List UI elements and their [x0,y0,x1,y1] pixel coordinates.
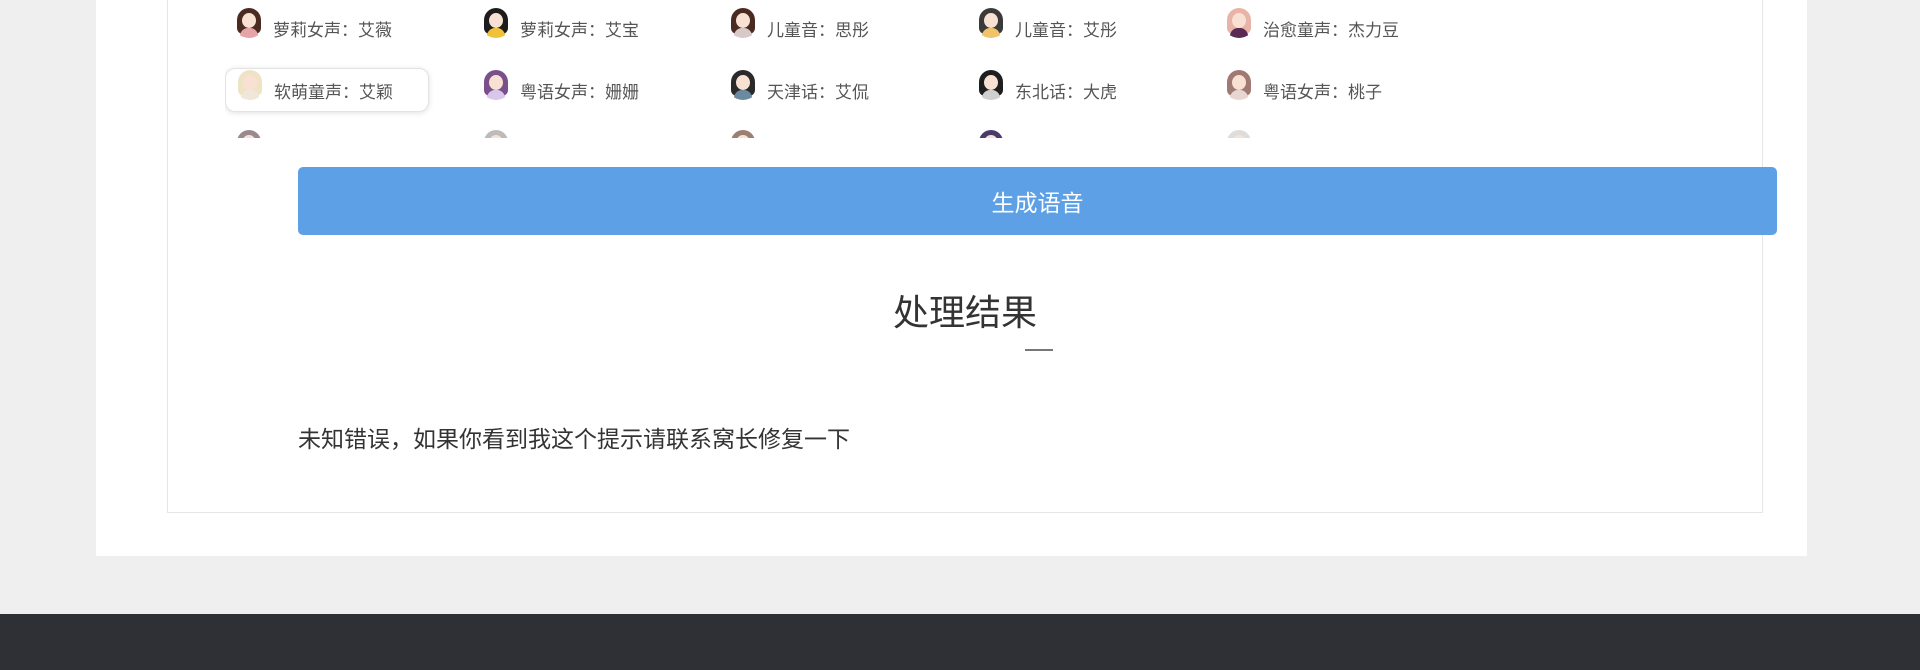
voice-option-label: 粤语女声：姗姗 [520,82,639,103]
avatar-icon [233,128,265,138]
voice-option[interactable]: 儿童音：思彤 [719,6,869,50]
voice-option-label: 萝莉女声：艾薇 [273,20,392,41]
avatar-icon [1223,128,1255,138]
girl-avatar-icon [727,6,759,38]
voice-option-label: 儿童音：思彤 [767,20,869,41]
avatar-icon [975,128,1007,138]
woman-avatar-icon [480,68,512,100]
voice-option[interactable]: 天津话：艾侃 [719,68,869,112]
voice-option[interactable]: 东北话：大虎 [967,68,1117,112]
voice-option[interactable]: 萝莉女声：艾薇 [225,6,392,50]
voice-option-label: 东北话：大虎 [1015,82,1117,103]
man-avatar-icon [727,68,759,100]
voice-option[interactable]: 粤语女声：姗姗 [472,68,639,112]
voice-option[interactable]: 软萌童声：艾颖 [225,68,429,112]
voice-option[interactable]: 儿童音：艾彤 [967,6,1117,50]
voice-option[interactable] [225,128,273,138]
man-avatar-icon [975,68,1007,100]
voice-option[interactable] [1215,128,1263,138]
voice-option[interactable]: 萝莉女声：艾宝 [472,6,639,50]
avatar-icon [480,128,512,138]
result-title: 处理结果 [892,293,1037,334]
voice-option-label: 萝莉女声：艾宝 [520,20,639,41]
footer [0,614,1920,670]
voice-option[interactable]: 治愈童声：杰力豆 [1215,6,1399,50]
voice-option-label: 粤语女声：桃子 [1263,82,1382,103]
girl-avatar-icon [234,68,266,100]
generate-speech-button[interactable]: 生成语音 [298,167,1777,235]
voice-option-label: 儿童音：艾彤 [1015,20,1117,41]
voice-option-label: 天津话：艾侃 [767,82,869,103]
title-divider [1025,349,1053,351]
voice-option-label: 治愈童声：杰力豆 [1263,20,1399,41]
avatar-icon [727,128,759,138]
voice-option[interactable] [472,128,520,138]
voice-option-label: 软萌童声：艾颖 [274,82,393,103]
woman-avatar-icon [1223,68,1255,100]
voice-option[interactable]: 粤语女声：桃子 [1215,68,1382,112]
girl-avatar-icon [480,6,512,38]
voice-option[interactable] [719,128,767,138]
tts-card: 萝莉女声：艾薇 萝莉女声：艾宝 儿童音：思彤 儿童音：艾彤 治愈童声：杰力豆软萌童声：艾… [167,0,1777,513]
result-message: 未知错误，如果你看到我这个提示请联系窝长修复一下 [298,427,850,453]
voice-grid: 萝莉女声：艾薇 萝莉女声：艾宝 儿童音：思彤 儿童音：艾彤 治愈童声：杰力豆软萌童声：艾… [225,0,1525,138]
voice-option[interactable] [967,128,1015,138]
main-panel: 萝莉女声：艾薇 萝莉女声：艾宝 儿童音：思彤 儿童音：艾彤 治愈童声：杰力豆软萌童声：艾… [96,0,1807,556]
child-avatar-icon [1223,6,1255,38]
boy-avatar-icon [975,6,1007,38]
girl-avatar-icon [233,6,265,38]
